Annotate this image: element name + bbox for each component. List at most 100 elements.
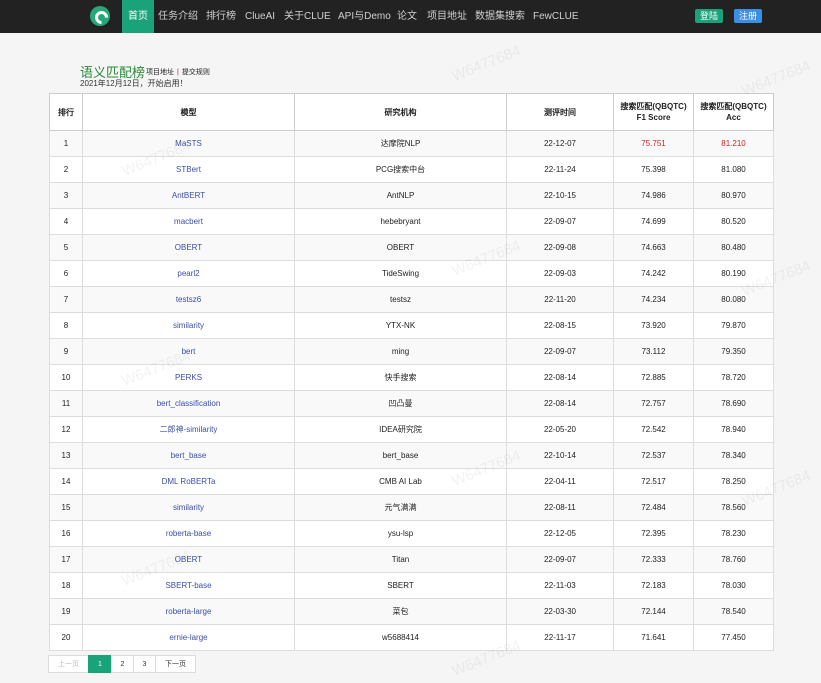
model-cell[interactable]: MaSTS [82,130,295,157]
eval-time-cell: 22-08-15 [506,312,614,339]
nav-clueai[interactable]: ClueAI [239,0,281,33]
eval-time-cell: 22-08-11 [506,494,614,521]
nav-fewclue[interactable]: FewCLUE [527,0,585,33]
f1-score-cell: 71.641 [613,624,694,651]
model-cell[interactable]: testsz6 [82,286,295,313]
model-cell[interactable]: OBERT [82,234,295,261]
acc-cell: 80.190 [693,260,774,287]
nav-tasks[interactable]: 任务介绍 [152,0,204,33]
f1-score-cell: 72.885 [613,364,694,391]
institution-cell: YTX-NK [294,312,507,339]
login-button[interactable]: 登陆 [695,9,724,23]
table-row: 11 bert_classification 凹凸曼 22-08-14 72.757 78… [49,390,774,417]
eval-time-cell: 22-10-15 [506,182,614,209]
model-cell[interactable]: bert [82,338,295,365]
acc-cell: 79.350 [693,338,774,365]
model-cell[interactable]: STBert [82,156,295,183]
model-cell[interactable]: bert_base [82,442,295,469]
table-row: 1 MaSTS 达摩院NLP 22-12-07 75.751 81.210 [49,130,774,157]
rank-cell: 8 [49,312,83,339]
model-cell[interactable]: bert_classification [82,390,295,417]
f1-score-cell: 72.395 [613,520,694,547]
f1-score-cell: 72.183 [613,572,694,599]
rank-cell: 16 [49,520,83,547]
page-2-button[interactable]: 2 [111,655,134,673]
institution-cell: 快手搜索 [294,364,507,391]
acc-cell: 78.720 [693,364,774,391]
f1-score-cell: 74.234 [613,286,694,313]
rank-cell: 15 [49,494,83,521]
f1-score-cell: 74.663 [613,234,694,261]
acc-cell: 81.080 [693,156,774,183]
submission-rules-link[interactable]: 提交规则 [182,69,210,76]
rank-cell: 10 [49,364,83,391]
register-button[interactable]: 注册 [734,9,763,23]
model-cell[interactable]: macbert [82,208,295,235]
acc-cell: 80.080 [693,286,774,313]
eval-time-cell: 22-09-07 [506,208,614,235]
model-cell[interactable]: 二郎神-similarity [82,416,295,443]
rank-cell: 3 [49,182,83,209]
eval-time-cell: 22-03-30 [506,598,614,625]
model-cell[interactable]: roberta-base [82,520,295,547]
model-cell[interactable]: pearl2 [82,260,295,287]
rank-cell: 19 [49,598,83,625]
leaderboard-table: 排行 模型 研究机构 测评时间 搜索匹配(QBQTC) F1 Score 搜索匹… [49,93,774,651]
model-cell[interactable]: roberta-large [82,598,295,625]
watermark-2: W6477684 [449,42,524,85]
acc-cell: 78.760 [693,546,774,573]
nav-papers[interactable]: 论文 [391,0,423,33]
institution-cell: OBERT [294,234,507,261]
model-cell[interactable]: OBERT [82,546,295,573]
model-cell[interactable]: SBERT-base [82,572,295,599]
institution-cell: 菜包 [294,598,507,625]
institution-cell: AntNLP [294,182,507,209]
nav-about[interactable]: 关于CLUE [278,0,337,33]
f1-score-cell: 72.537 [613,442,694,469]
institution-cell: bert_base [294,442,507,469]
acc-cell: 78.340 [693,442,774,469]
rank-cell: 12 [49,416,83,443]
rank-cell: 2 [49,156,83,183]
eval-time-cell: 22-09-07 [506,338,614,365]
nav-home[interactable]: 首页 [122,0,154,33]
nav-dataset-search[interactable]: 数据集搜索 [469,0,531,33]
clue-logo-icon[interactable] [90,6,110,26]
model-cell[interactable]: ernie-large [82,624,295,651]
next-page-button[interactable]: 下一页 [155,655,196,673]
table-row: 8 similarity YTX-NK 22-08-15 73.920 79.870 [49,312,774,339]
rank-cell: 7 [49,286,83,313]
start-date-note: 2021年12月12日，开始启用！ [80,79,188,88]
nav-api-demo[interactable]: API与Demo [332,0,397,33]
prev-page-button[interactable]: 上一页 [48,655,89,673]
rank-cell: 1 [49,130,83,157]
page-3-button[interactable]: 3 [133,655,156,673]
acc-cell: 78.250 [693,468,774,495]
f1-score-cell: 75.398 [613,156,694,183]
acc-cell: 77.450 [693,624,774,651]
project-address-link[interactable]: 项目地址 [146,69,174,76]
acc-cell: 78.940 [693,416,774,443]
rank-cell: 14 [49,468,83,495]
title-links: 项目地址 | 提交规则 [146,67,210,77]
nav-leaderboard[interactable]: 排行榜 [200,0,242,33]
institution-cell: SBERT [294,572,507,599]
model-cell[interactable]: AntBERT [82,182,295,209]
f1-score-cell: 73.112 [613,338,694,365]
nav-project[interactable]: 项目地址 [421,0,473,33]
table-row: 19 roberta-large 菜包 22-03-30 72.144 78.540 [49,598,774,625]
header-institution: 研究机构 [294,93,507,131]
f1-score-cell: 74.699 [613,208,694,235]
model-cell[interactable]: DML RoBERTa [82,468,295,495]
f1-score-cell: 72.517 [613,468,694,495]
model-cell[interactable]: similarity [82,312,295,339]
table-row: 9 bert ming 22-09-07 73.112 79.350 [49,338,774,365]
rank-cell: 4 [49,208,83,235]
rank-cell: 9 [49,338,83,365]
model-cell[interactable]: similarity [82,494,295,521]
model-cell[interactable]: PERKS [82,364,295,391]
rank-cell: 20 [49,624,83,651]
page-1-button[interactable]: 1 [88,655,112,673]
table-row: 6 pearl2 TideSwing 22-09-03 74.242 80.190 [49,260,774,287]
table-row: 10 PERKS 快手搜索 22-08-14 72.885 78.720 [49,364,774,391]
